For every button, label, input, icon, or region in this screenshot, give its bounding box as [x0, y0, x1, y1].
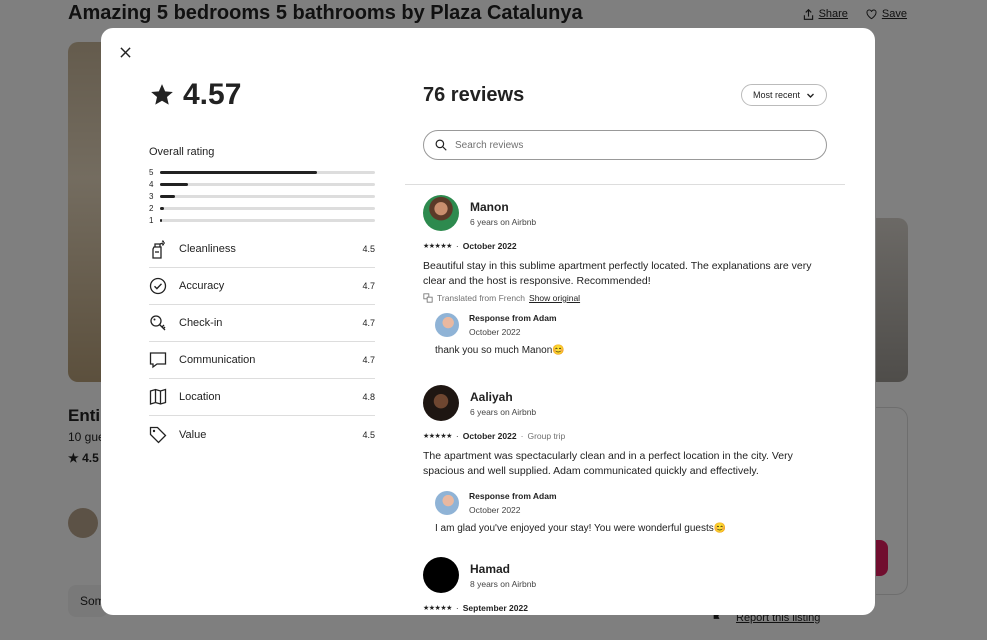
response-date: October 2022	[469, 505, 521, 515]
category-label: Communication	[179, 354, 256, 366]
category-label: Cleanliness	[179, 243, 236, 255]
trip-type: Group trip	[527, 431, 566, 441]
sort-label: Most recent	[752, 90, 801, 100]
spray-bottle-icon	[149, 239, 179, 259]
reviewer-tenure: 6 years on Airbnb	[470, 406, 537, 417]
search-icon	[435, 139, 447, 151]
star-icon	[151, 84, 173, 105]
reviewer-avatar[interactable]	[423, 557, 459, 593]
distribution-bar	[160, 194, 375, 198]
overall-score: 4.57	[149, 78, 241, 112]
distribution-bar	[160, 218, 375, 222]
category-cleanliness: Cleanliness 4.5	[149, 231, 375, 268]
review-item: Aaliyah 6 years on Airbnb ★★★★★ · Octobe…	[423, 385, 823, 534]
overall-score-value: 4.57	[183, 78, 242, 111]
distribution-bar	[160, 170, 375, 174]
distribution-star-label: 5	[149, 167, 154, 177]
category-communication: Communication 4.7	[149, 342, 375, 379]
translated-from: Translated from French	[437, 293, 526, 303]
overall-rating-label: Overall rating	[149, 146, 215, 158]
response-text: I am glad you've enjoyed your stay! You …	[435, 523, 727, 534]
host-avatar	[435, 313, 459, 337]
category-value: 4.5	[362, 429, 375, 440]
reviewer-name: Manon	[470, 199, 509, 214]
category-label: Check-in	[179, 317, 223, 329]
distribution-star-label: 2	[149, 203, 154, 213]
distribution-row-1: 1	[149, 214, 375, 226]
distribution-bar-fill	[160, 206, 165, 210]
review-stars: ★★★★★	[423, 605, 452, 612]
distribution-row-4: 4	[149, 178, 375, 190]
key-icon	[149, 314, 179, 332]
chevron-down-icon	[807, 93, 814, 98]
response-from: Response from Adam	[469, 313, 557, 323]
translation-note: Translated from French Show original	[423, 293, 823, 303]
check-circle-icon	[149, 277, 179, 295]
distribution-bar-fill	[160, 182, 188, 186]
distribution-bar	[160, 206, 375, 210]
review-item: Manon 6 years on Airbnb ★★★★★ · October …	[423, 195, 823, 356]
show-original-link[interactable]: Show original	[529, 293, 580, 303]
distribution-bar-fill	[160, 218, 163, 222]
response-text: thank you so much Manon😊	[435, 345, 565, 356]
tag-icon	[149, 426, 179, 444]
host-response: Response from Adam October 2022 I am gla…	[435, 491, 823, 534]
category-location: Location 4.8	[149, 379, 375, 416]
header-divider	[405, 184, 845, 185]
response-date: October 2022	[469, 327, 521, 337]
distribution-star-label: 4	[149, 179, 154, 189]
reviewer-tenure: 8 years on Airbnb	[470, 578, 537, 589]
host-avatar	[435, 491, 459, 515]
category-value: Value 4.5	[149, 416, 375, 453]
reviewer-name: Hamad	[470, 561, 511, 576]
translate-icon	[423, 293, 433, 303]
distribution-bar-fill	[160, 194, 176, 198]
rating-distribution: 5 4 3 2 1	[149, 166, 375, 226]
distribution-row-3: 3	[149, 190, 375, 202]
reviewer-avatar[interactable]	[423, 385, 459, 421]
review-date: October 2022	[462, 241, 517, 251]
category-check-in: Check-in 4.7	[149, 305, 375, 342]
review-stars: ★★★★★	[423, 433, 452, 440]
reviews-modal: 4.57 Overall rating 5 4 3 2 1 Cleanliness 4.5…	[101, 28, 875, 615]
search-reviews[interactable]	[423, 130, 827, 160]
sort-dropdown[interactable]: Most recent	[741, 84, 827, 106]
category-value: 4.7	[362, 355, 375, 365]
host-response: Response from Adam October 2022 thank yo…	[435, 313, 823, 356]
review-text: Beautiful stay in this sublime apartment…	[423, 260, 812, 287]
reviewer-name: Aaliyah	[470, 389, 513, 404]
distribution-star-label: 3	[149, 191, 154, 201]
response-from: Response from Adam	[469, 491, 557, 501]
review-item: Hamad 8 years on Airbnb ★★★★★ · Septembe…	[423, 557, 823, 613]
distribution-bar-fill	[160, 170, 317, 174]
category-value: 4.7	[362, 318, 375, 328]
distribution-row-5: 5	[149, 166, 375, 178]
category-value: 4.8	[362, 392, 375, 402]
review-text: The apartment was spectacularly clean an…	[423, 450, 793, 477]
category-ratings: Cleanliness 4.5 Accuracy 4.7 Check-in 4.7 Comm…	[149, 231, 375, 453]
category-accuracy: Accuracy 4.7	[149, 268, 375, 305]
category-value: 4.7	[362, 281, 375, 291]
distribution-row-2: 2	[149, 202, 375, 214]
distribution-bar	[160, 182, 375, 186]
search-input[interactable]	[455, 139, 826, 151]
review-date: September 2022	[462, 603, 528, 613]
category-label: Location	[179, 391, 221, 403]
close-button[interactable]	[115, 42, 135, 62]
distribution-star-label: 1	[149, 215, 154, 225]
message-icon	[149, 351, 179, 369]
reviewer-avatar[interactable]	[423, 195, 459, 231]
close-icon	[119, 46, 131, 58]
category-label: Accuracy	[179, 280, 225, 292]
review-date: October 2022	[462, 431, 517, 441]
review-stars: ★★★★★	[423, 243, 452, 250]
category-label: Value	[179, 428, 207, 441]
category-value: 4.5	[362, 244, 375, 254]
reviews-count: 76 reviews	[423, 84, 525, 106]
reviewer-tenure: 6 years on Airbnb	[470, 216, 537, 227]
map-icon	[149, 388, 179, 406]
